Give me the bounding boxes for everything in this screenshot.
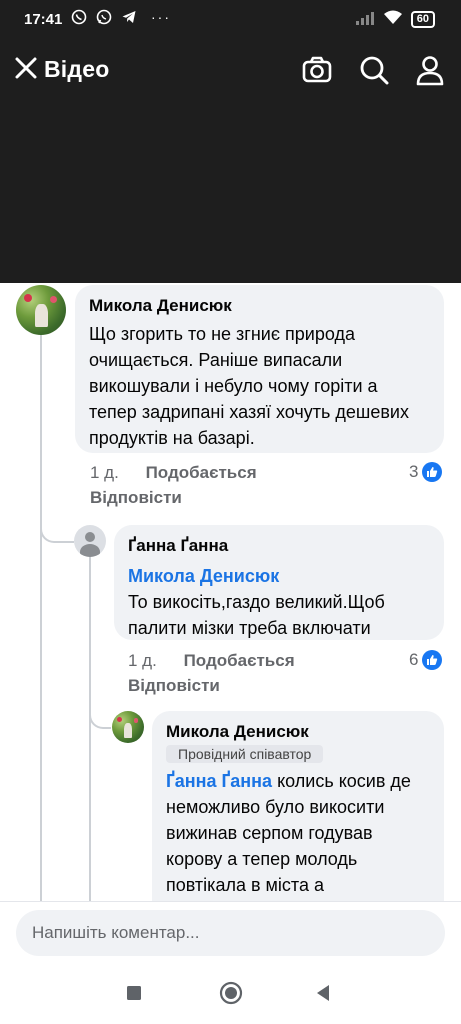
page-title: Відео	[44, 56, 110, 82]
comment-time: 1 д.	[90, 463, 119, 482]
whatsapp-icon	[95, 9, 113, 28]
comment-text: Ґанна Ґанна колись косив де неможливо бу…	[166, 768, 430, 898]
profile-icon[interactable]	[414, 54, 446, 86]
reply-button[interactable]: Відповісти	[128, 676, 220, 696]
comment-meta: 1 д. Подобається	[128, 651, 317, 671]
avatar[interactable]	[16, 285, 66, 335]
like-icon	[422, 462, 443, 482]
wifi-icon	[383, 10, 403, 28]
comment-text: Що згорить то не згниє природа очищаєтьс…	[89, 324, 409, 448]
comment-author[interactable]: Ґанна Ґанна	[128, 535, 430, 557]
thread-connector-2	[89, 703, 111, 729]
video-player[interactable]	[0, 100, 461, 283]
comment-text: Микола Денисюк То викосіть,газдо великий…	[128, 563, 430, 641]
comments-section: Микола Денисюк Що згорить то не згниє пр…	[0, 283, 461, 901]
like-button[interactable]: Подобається	[146, 463, 257, 483]
home-icon[interactable]	[219, 981, 243, 1010]
comment-bubble: Микола Денисюк Провідний співавтор Ґанна…	[152, 711, 444, 901]
reaction-count: 6	[409, 650, 419, 669]
back-icon[interactable]	[314, 984, 332, 1007]
telegram-icon	[120, 9, 138, 28]
viber-icon	[70, 9, 88, 28]
battery-indicator: 60	[410, 10, 435, 28]
system-nav-bar	[0, 961, 461, 1024]
thread-line-reply	[89, 555, 91, 901]
status-time: 17:41	[24, 11, 63, 28]
thread-line-main	[40, 333, 42, 901]
reply-button[interactable]: Відповісти	[90, 488, 182, 508]
mention-link[interactable]: Ґанна Ґанна	[166, 771, 272, 791]
reaction-count: 3	[409, 462, 419, 481]
top-bar: Відео	[0, 40, 461, 100]
comment-author[interactable]: Микола Денисюк	[89, 295, 430, 317]
close-icon[interactable]	[12, 54, 40, 82]
status-badge: Провідний співавтор	[166, 745, 324, 763]
notification-icons: ···	[70, 9, 171, 28]
comment-time: 1 д.	[128, 651, 157, 670]
reaction-summary[interactable]: 3	[409, 462, 443, 482]
comment-input[interactable]	[16, 910, 445, 956]
mention-link[interactable]: Микола Денисюк	[128, 566, 279, 586]
comment-meta: 1 д. Подобається	[90, 463, 279, 483]
search-icon[interactable]	[358, 54, 390, 86]
recents-icon[interactable]	[126, 985, 142, 1006]
avatar[interactable]	[74, 525, 106, 557]
comment-body: То викосіть,газдо великий.Щоб палити міз…	[128, 592, 385, 638]
comment-bubble: Ґанна Ґанна Микола Денисюк То викосіть,г…	[114, 525, 444, 640]
comment-bubble: Микола Денисюк Що згорить то не згниє пр…	[75, 285, 444, 453]
reaction-summary[interactable]: 6	[409, 650, 443, 670]
comment-author[interactable]: Микола Денисюк	[166, 721, 430, 743]
thread-connector-1	[40, 513, 74, 543]
signal-icon	[355, 11, 375, 28]
like-button[interactable]: Подобається	[184, 651, 295, 671]
more-notifications: ···	[151, 9, 171, 25]
compose-bar	[0, 901, 461, 961]
status-right: 60	[355, 10, 435, 28]
like-icon	[422, 650, 443, 670]
camera-icon[interactable]	[301, 54, 333, 86]
avatar[interactable]	[112, 711, 144, 743]
status-bar: 17:41 ··· 60	[0, 0, 461, 40]
